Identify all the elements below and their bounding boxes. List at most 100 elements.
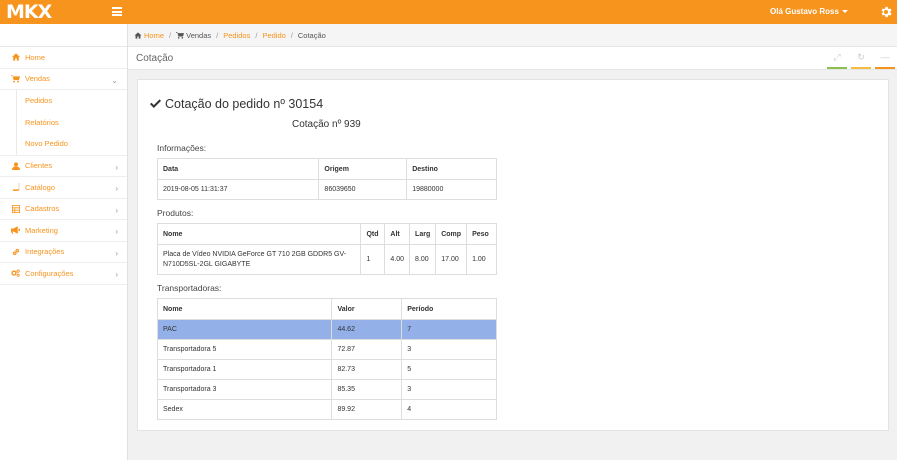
collapse-button[interactable]: — (875, 52, 895, 69)
column-header: Nome (156, 298, 333, 320)
table-cell: 3 (401, 339, 497, 360)
caret-down-icon (841, 10, 848, 14)
sidebar-submenu-vendas: Pedidos Relatórios Novo Pedido (0, 90, 127, 156)
sidebar-subitem-pedidos[interactable]: Pedidos (0, 90, 127, 112)
breadcrumb: Home / Vendas / Pedidos / Pedido / Cotaç… (128, 24, 897, 47)
table-row[interactable]: Sedex 89.92 4 (156, 399, 497, 420)
column-header: Valor (331, 298, 403, 320)
breadcrumb-pedidos[interactable]: Pedidos (223, 31, 250, 40)
table-cell: 4.00 (384, 244, 411, 275)
table-cell: 86039650 (318, 179, 408, 200)
info-table: Data Origem Destino 2019-08-05 11:31:37 … (156, 158, 497, 200)
column-header: Alt (384, 223, 411, 245)
chevron-right-icon: › (115, 184, 118, 193)
sidebar-item-clientes[interactable]: Clientes › (0, 156, 127, 177)
book-icon (11, 183, 20, 192)
chevron-right-icon: › (115, 205, 118, 215)
sidebar: Home Vendas ⌄ Pedidos Relatórios Novo Pe… (0, 24, 128, 460)
gear-icon[interactable] (879, 5, 893, 19)
user-icon (11, 162, 20, 170)
table-icon (11, 204, 20, 213)
quote-card: Cotação do pedido nº 30154 Cotação nº 93… (137, 79, 889, 431)
table-cell: 2019-08-05 11:31:37 (156, 179, 320, 200)
table-cell: 72.87 (331, 339, 403, 360)
table-cell: 17.00 (435, 244, 468, 275)
panel-tools: ⤢ ↻ — (827, 52, 897, 69)
products-table: Nome Qtd Alt Larg Comp Peso Placa de Víd… (156, 223, 497, 275)
link-icon (11, 248, 20, 256)
sidebar-item-marketing[interactable]: Marketing › (0, 220, 127, 242)
cart-icon (11, 75, 20, 83)
table-row[interactable]: Transportadora 1 82.73 5 (156, 359, 497, 380)
sidebar-item-configuracoes[interactable]: Configurações › (0, 263, 127, 285)
bullhorn-icon (11, 226, 20, 234)
carriers-label: Transportadoras: (157, 283, 222, 293)
sidebar-item-label: Marketing (25, 225, 58, 235)
table-cell: 89.92 (331, 399, 403, 420)
table-cell: Transportadora 3 (156, 379, 333, 400)
table-row-selected[interactable]: PAC 44.62 7 (156, 319, 497, 340)
table-cell: 4 (401, 399, 497, 420)
expand-icon: ⤢ (833, 52, 841, 62)
chevron-right-icon: › (115, 248, 118, 258)
sidebar-item-label: Home (25, 52, 46, 62)
sidebar-item-label: Configurações (25, 268, 74, 278)
sidebar-subitem-novo-pedido[interactable]: Novo Pedido (0, 133, 127, 155)
table-cell: 7 (401, 319, 497, 340)
card-subtitle: Cotação nº 939 (292, 119, 361, 130)
table-cell: Placa de Vídeo NVIDIA GeForce GT 710 2GB… (156, 244, 362, 275)
chevron-right-icon: › (115, 227, 118, 236)
table-cell: 3 (401, 379, 497, 400)
table-row[interactable]: Transportadora 3 85.35 3 (156, 379, 497, 400)
table-header-row: Nome Valor Período (156, 298, 497, 320)
table-row[interactable]: Transportadora 5 72.87 3 (156, 339, 497, 360)
table-cell: 85.35 (331, 379, 403, 400)
fullscreen-button[interactable]: ⤢ (827, 52, 847, 69)
column-header: Destino (406, 158, 497, 180)
sidebar-item-vendas[interactable]: Vendas ⌄ (0, 69, 127, 90)
breadcrumb-home[interactable]: Home (144, 31, 164, 40)
sidebar-subitem-relatorios[interactable]: Relatórios (0, 112, 127, 134)
table-cell: Transportadora 1 (156, 359, 333, 380)
breadcrumb-pedido[interactable]: Pedido (262, 31, 285, 40)
column-header: Qtd (360, 223, 386, 245)
card-title-text: Cotação do pedido nº 30154 (165, 97, 324, 111)
table-header-row: Data Origem Destino (156, 158, 497, 180)
table-cell: 19880000 (406, 179, 497, 200)
table-header-row: Nome Qtd Alt Larg Comp Peso (156, 223, 497, 245)
table-cell: Transportadora 5 (156, 339, 333, 360)
info-label: Informações: (157, 143, 207, 153)
sidebar-item-label: Catálogo (25, 182, 56, 192)
table-cell: 82.73 (331, 359, 403, 380)
sidebar-item-home[interactable]: Home (0, 47, 127, 69)
sidebar-item-label: Cadastros (25, 204, 60, 214)
minus-icon: — (880, 52, 890, 62)
logo-text: MKX (6, 1, 52, 23)
sidebar-item-cadastros[interactable]: Cadastros › (0, 199, 127, 220)
chevron-down-icon: ⌄ (111, 75, 118, 85)
chevron-right-icon: › (115, 270, 118, 279)
breadcrumb-vendas: Vendas (186, 30, 212, 40)
home-icon (134, 31, 142, 39)
carriers-table: Nome Valor Período PAC 44.62 7 Transport… (156, 298, 497, 420)
refresh-icon: ↻ (857, 52, 865, 62)
column-header: Origem (318, 158, 408, 180)
table-cell: 5 (401, 359, 497, 380)
table-cell: 44.62 (331, 319, 403, 340)
page-header: Cotação ⤢ ↻ — (128, 47, 897, 70)
column-header: Larg (409, 223, 437, 245)
chevron-right-icon: › (115, 162, 118, 172)
page-title: Cotação (136, 53, 174, 64)
menu-toggle-icon[interactable] (112, 7, 122, 16)
logo[interactable]: MKX (6, 1, 68, 23)
user-menu[interactable]: Olá Gustavo Ross (770, 7, 848, 16)
sidebar-item-integracoes[interactable]: Integrações › (0, 242, 127, 263)
check-icon (150, 99, 161, 109)
refresh-button[interactable]: ↻ (851, 52, 871, 69)
sidebar-item-catalogo[interactable]: Catálogo › (0, 177, 127, 199)
sidebar-item-label: Clientes (25, 161, 53, 171)
table-cell: 8.00 (409, 244, 437, 275)
card-title: Cotação do pedido nº 30154 (150, 97, 323, 111)
column-header: Data (156, 158, 320, 180)
table-cell: 1.00 (466, 244, 497, 275)
